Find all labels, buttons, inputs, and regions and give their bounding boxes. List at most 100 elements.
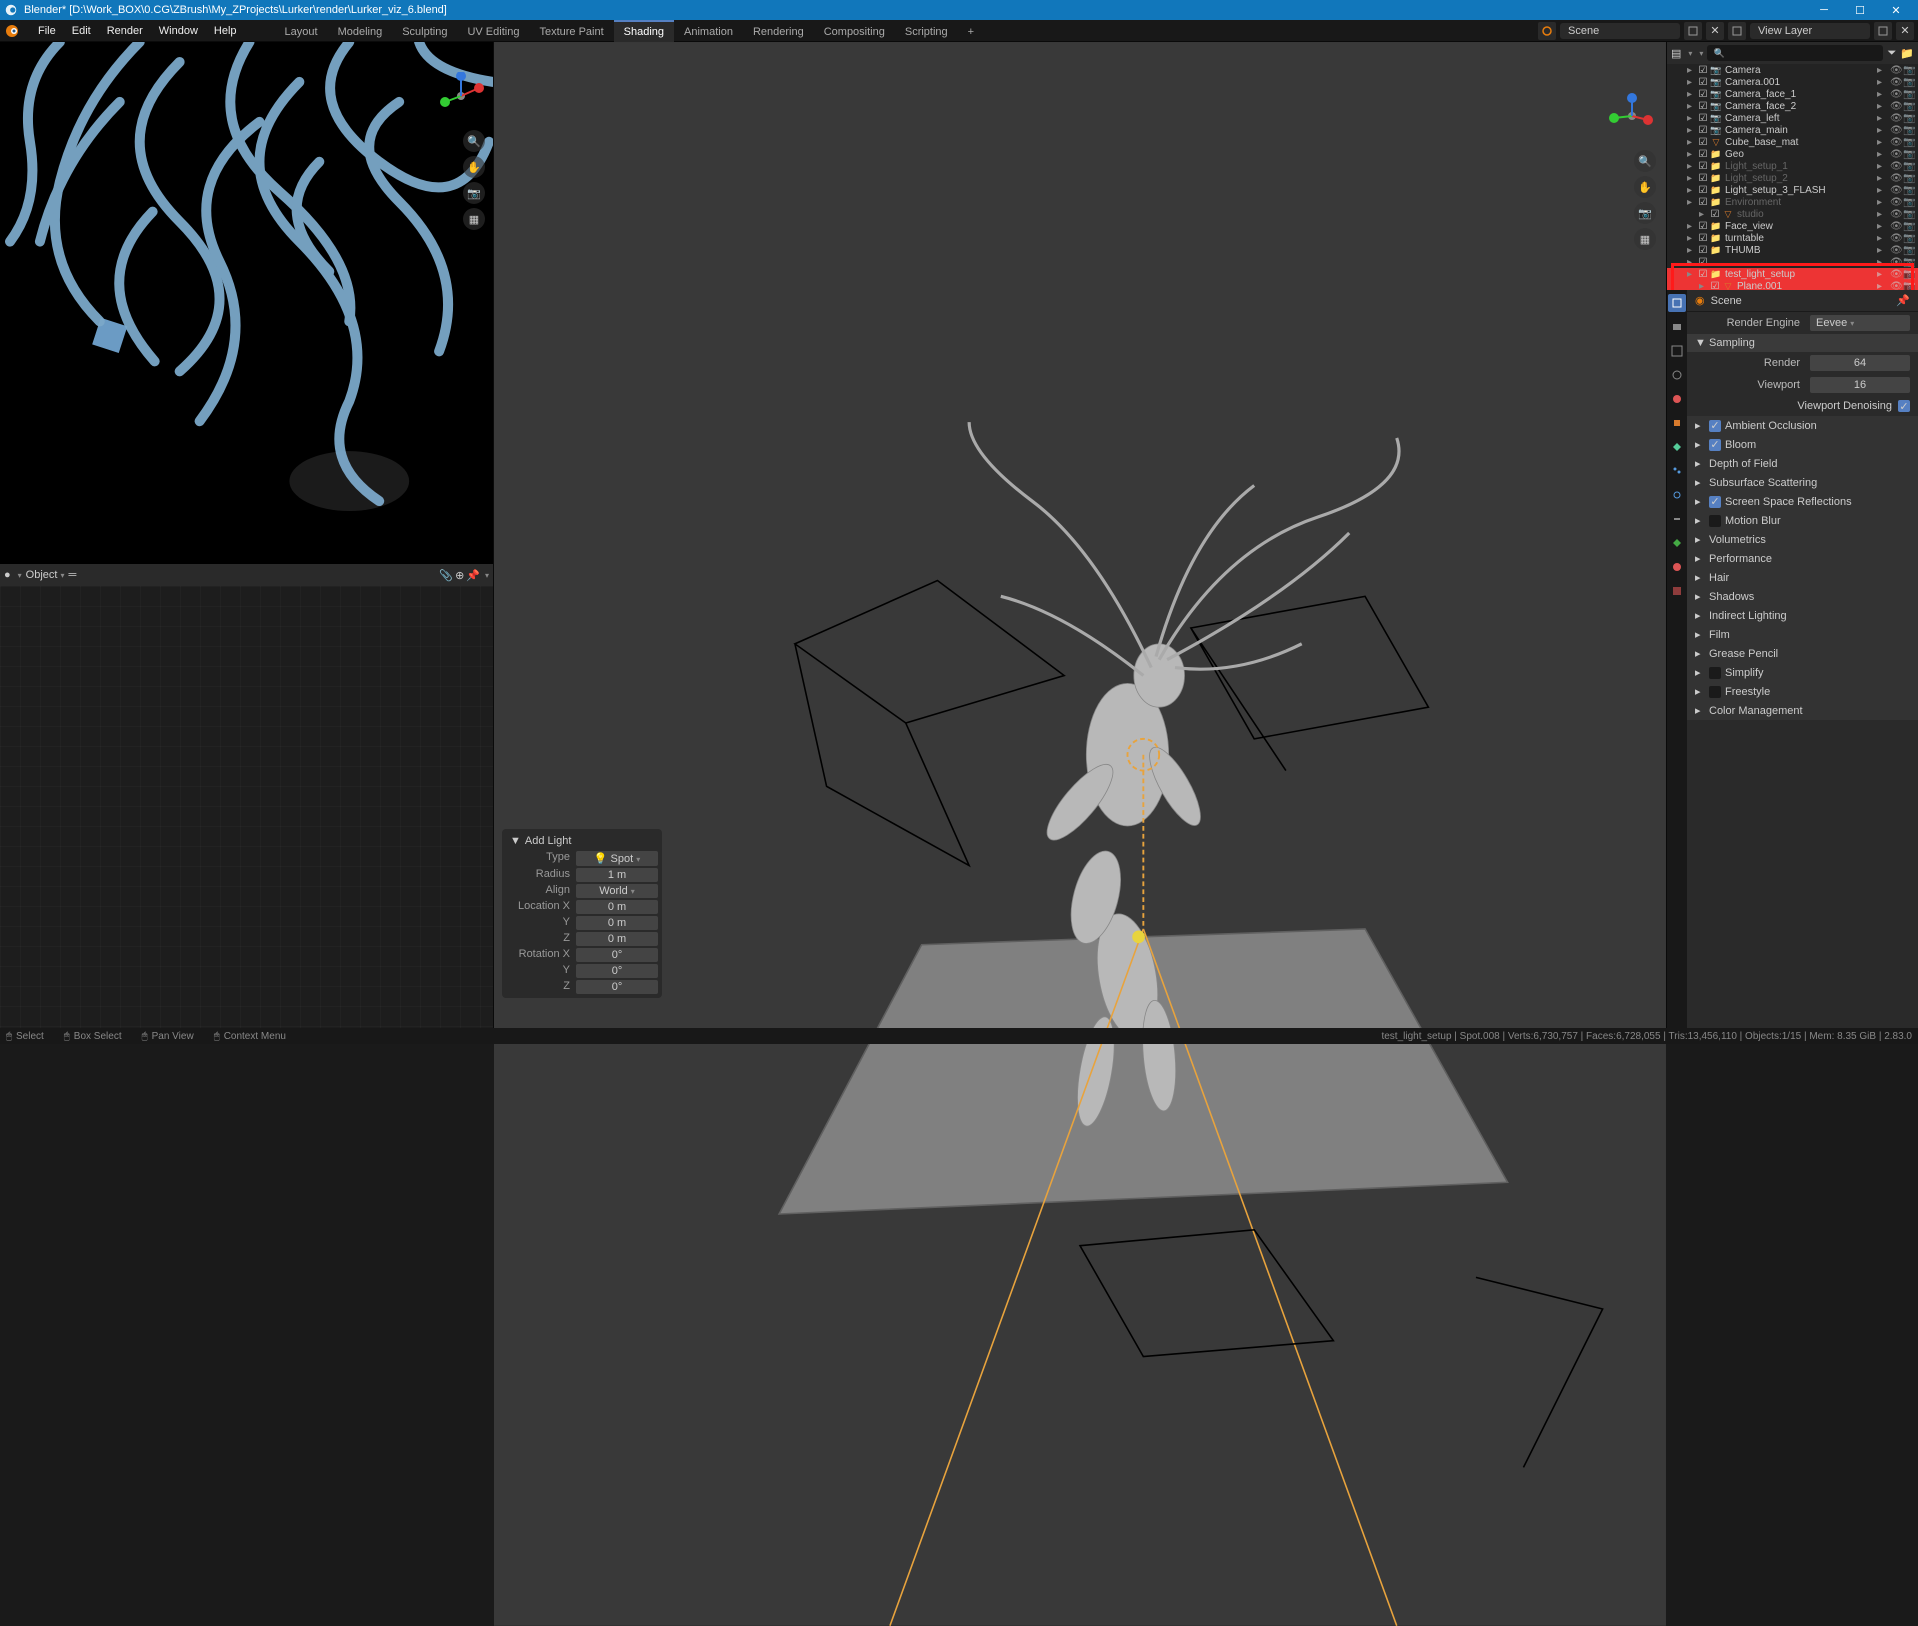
hide-viewport-icon[interactable]: 👁 — [1890, 161, 1901, 172]
hide-render-icon[interactable]: 📷 — [1903, 281, 1914, 291]
loc-x-field[interactable]: 0 m — [576, 900, 658, 914]
hide-viewport-icon[interactable]: 👁 — [1890, 65, 1901, 76]
disclose-icon[interactable]: ▸ — [1687, 77, 1697, 88]
hide-select-icon[interactable]: ▸ — [1877, 125, 1888, 136]
rendered-preview-canvas[interactable] — [0, 42, 493, 541]
viewlayer-new-button[interactable] — [1874, 22, 1892, 40]
rot-x-field[interactable]: 0° — [576, 948, 658, 962]
loc-z-field[interactable]: 0 m — [576, 932, 658, 946]
hide-render-icon[interactable]: 📷 — [1903, 197, 1914, 208]
prop-section[interactable]: ▸Performance — [1687, 549, 1918, 568]
disclose-icon[interactable]: ▸ — [1687, 257, 1697, 268]
hide-render-icon[interactable]: 📷 — [1903, 113, 1914, 124]
camera-view-icon[interactable]: 📷 — [463, 182, 485, 204]
hide-select-icon[interactable]: ▸ — [1877, 281, 1888, 291]
shader-object-selector[interactable]: Object — [26, 569, 65, 581]
light-radius-field[interactable]: 1 m — [576, 868, 658, 882]
hide-select-icon[interactable]: ▸ — [1877, 77, 1888, 88]
hide-viewport-icon[interactable]: 👁 — [1890, 113, 1901, 124]
hide-render-icon[interactable]: 📷 — [1903, 65, 1914, 76]
outliner-item[interactable]: ▸☑📷Camera.001▸👁📷 — [1667, 76, 1918, 88]
prop-section[interactable]: ▸Hair — [1687, 568, 1918, 587]
hide-viewport-icon[interactable]: 👁 — [1890, 257, 1901, 268]
shader-slot-icon[interactable]: 📎 — [439, 569, 453, 582]
hide-render-icon[interactable]: 📷 — [1903, 233, 1914, 244]
disclose-icon[interactable]: ▸ — [1687, 149, 1697, 160]
light-type-dropdown[interactable]: 💡 Spot — [576, 851, 658, 866]
hide-viewport-icon[interactable]: 👁 — [1890, 137, 1901, 148]
menu-window[interactable]: Window — [151, 22, 206, 40]
prop-section[interactable]: ▸Volumetrics — [1687, 530, 1918, 549]
disclose-icon[interactable]: ▸ — [1687, 185, 1697, 196]
viewport-denoise-checkbox[interactable]: ✓ — [1898, 400, 1910, 412]
visibility-checkbox[interactable]: ☑ — [1697, 113, 1709, 124]
hide-select-icon[interactable]: ▸ — [1877, 137, 1888, 148]
scene-browse-button[interactable] — [1538, 22, 1556, 40]
hide-render-icon[interactable]: 📷 — [1903, 149, 1914, 160]
center-nav-gizmo[interactable] — [1608, 92, 1656, 140]
scene-new-button[interactable] — [1684, 22, 1702, 40]
hide-viewport-icon[interactable]: 👁 — [1890, 101, 1901, 112]
disclose-icon[interactable]: ▸ — [1699, 209, 1709, 220]
outliner-filter-icon[interactable]: ⏷ — [1887, 47, 1896, 60]
hide-viewport-icon[interactable]: 👁 — [1890, 209, 1901, 220]
panel-disclose-icon[interactable]: ▼ — [510, 835, 521, 847]
sampling-section-header[interactable]: ▼Sampling — [1687, 334, 1918, 352]
viewlayer-name-field[interactable]: View Layer — [1750, 23, 1870, 39]
workspace-tab-modeling[interactable]: Modeling — [328, 20, 393, 42]
pan-hand-icon[interactable]: ✋ — [463, 156, 485, 178]
hide-viewport-icon[interactable]: 👁 — [1890, 197, 1901, 208]
prop-tab-object[interactable] — [1668, 414, 1686, 432]
section-checkbox[interactable] — [1709, 515, 1721, 527]
prop-section[interactable]: ▸Shadows — [1687, 587, 1918, 606]
prop-tab-material[interactable] — [1668, 558, 1686, 576]
hide-viewport-icon[interactable]: 👁 — [1890, 245, 1901, 256]
shader-new-icon[interactable]: ⊕ — [455, 569, 464, 582]
visibility-checkbox[interactable]: ☑ — [1697, 65, 1709, 76]
disclose-icon[interactable]: ▸ — [1687, 113, 1697, 124]
prop-tab-render[interactable] — [1668, 294, 1686, 312]
outliner-item[interactable]: ▸☑📷Camera_face_1▸👁📷 — [1667, 88, 1918, 100]
render-samples-field[interactable]: 64 — [1810, 355, 1910, 371]
visibility-checkbox[interactable]: ☑ — [1697, 173, 1709, 184]
hide-render-icon[interactable]: 📷 — [1903, 221, 1914, 232]
visibility-checkbox[interactable]: ☑ — [1697, 185, 1709, 196]
hide-render-icon[interactable]: 📷 — [1903, 101, 1914, 112]
visibility-checkbox[interactable]: ☑ — [1697, 101, 1709, 112]
hide-select-icon[interactable]: ▸ — [1877, 149, 1888, 160]
workspace-tab-compositing[interactable]: Compositing — [814, 20, 895, 42]
disclose-icon[interactable]: ▸ — [1687, 101, 1697, 112]
prop-tab-constraints[interactable] — [1668, 510, 1686, 528]
scene-name-field[interactable]: Scene — [1560, 23, 1680, 39]
workspace-tab-layout[interactable]: Layout — [275, 20, 328, 42]
visibility-checkbox[interactable]: ☑ — [1697, 89, 1709, 100]
prop-section[interactable]: ▸Subsurface Scattering — [1687, 473, 1918, 492]
section-checkbox[interactable]: ✓ — [1709, 496, 1721, 508]
workspace-tab-texture-paint[interactable]: Texture Paint — [529, 20, 613, 42]
center-persp-icon[interactable]: ▦ — [1634, 228, 1656, 250]
center-camera-icon[interactable]: 📷 — [1634, 202, 1656, 224]
outliner-tree[interactable]: ▸☑📷Camera▸👁📷▸☑📷Camera.001▸👁📷▸☑📷Camera_fa… — [1667, 64, 1918, 290]
workspace-tab-rendering[interactable]: Rendering — [743, 20, 814, 42]
disclose-icon[interactable]: ▸ — [1687, 245, 1697, 256]
shader-view-dropdown[interactable] — [482, 569, 489, 582]
visibility-checkbox[interactable]: ☑ — [1697, 125, 1709, 136]
outliner-item[interactable]: ▸☑📁Face_view▸👁📷 — [1667, 220, 1918, 232]
hide-render-icon[interactable]: 📷 — [1903, 257, 1914, 268]
center-pan-icon[interactable]: ✋ — [1634, 176, 1656, 198]
hide-select-icon[interactable]: ▸ — [1877, 245, 1888, 256]
prop-tab-world[interactable] — [1668, 390, 1686, 408]
hide-render-icon[interactable]: 📷 — [1903, 173, 1914, 184]
outliner-item[interactable]: ▸☑📁Environment▸👁📷 — [1667, 196, 1918, 208]
hide-select-icon[interactable]: ▸ — [1877, 185, 1888, 196]
hide-viewport-icon[interactable]: 👁 — [1890, 125, 1901, 136]
loc-y-field[interactable]: 0 m — [576, 916, 658, 930]
prop-tab-modifier[interactable] — [1668, 438, 1686, 456]
hide-select-icon[interactable]: ▸ — [1877, 113, 1888, 124]
3d-nav-gizmo[interactable] — [437, 72, 485, 120]
workspace-add-button[interactable]: + — [958, 20, 984, 42]
outliner-item[interactable]: ▸☑📁THUMB▸👁📷 — [1667, 244, 1918, 256]
outliner-search-input[interactable] — [1729, 48, 1878, 59]
viewport-samples-field[interactable]: 16 — [1810, 377, 1910, 393]
disclose-icon[interactable]: ▸ — [1687, 161, 1697, 172]
